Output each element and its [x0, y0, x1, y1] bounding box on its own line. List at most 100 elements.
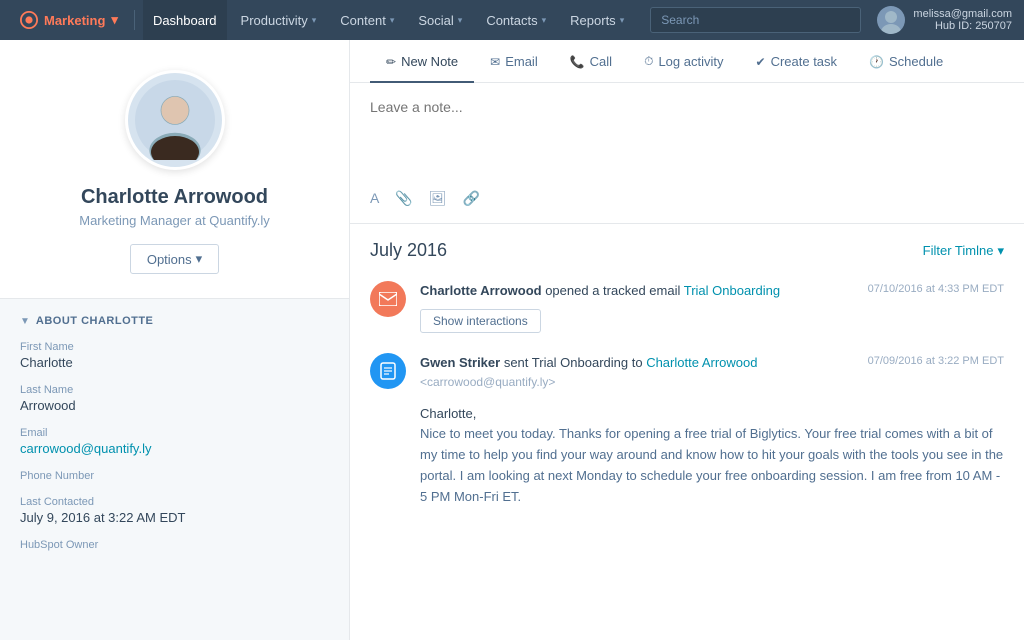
last-name-value: Arrowood: [20, 398, 329, 413]
avatar: [877, 6, 905, 34]
marketing-label: Marketing: [44, 13, 105, 28]
log-activity-icon: ⏱: [644, 54, 653, 69]
tab-log-activity-label: Log activity: [658, 54, 723, 69]
contacts-label: Contacts: [486, 13, 537, 28]
tab-new-note[interactable]: ✏ New Note: [370, 40, 474, 83]
main-content: Charlotte Arrowood Marketing Manager at …: [0, 40, 1024, 640]
note-area: A 📎 🖼 🔗: [350, 83, 1024, 224]
note-input[interactable]: [370, 99, 1004, 179]
timeline-email-text: Gwen Striker sent Trial Onboarding to Ch…: [420, 353, 757, 392]
productivity-link[interactable]: Productivity ▾: [231, 0, 327, 40]
user-info: melissa@gmail.com Hub ID: 250707: [877, 6, 1012, 34]
contacts-link[interactable]: Contacts ▾: [476, 0, 556, 40]
activity-tabs: ✏ New Note ✉ Email 📞 Call ⏱ Log activity…: [350, 40, 1024, 83]
tab-email-label: Email: [505, 54, 538, 69]
timeline-event-main: Charlotte Arrowood opened a tracked emai…: [420, 281, 1004, 301]
contact-header: Charlotte Arrowood Marketing Manager at …: [0, 40, 349, 299]
user-details: melissa@gmail.com Hub ID: 250707: [913, 8, 1012, 32]
timeline-email-main: Gwen Striker sent Trial Onboarding to Ch…: [420, 353, 1004, 392]
email-body: Nice to meet you today. Thanks for openi…: [420, 424, 1004, 507]
collapse-icon[interactable]: ▼: [20, 316, 30, 327]
show-interactions-button[interactable]: Show interactions: [420, 309, 541, 333]
timeline-items: Charlotte Arrowood opened a tracked emai…: [370, 281, 1004, 507]
content-link[interactable]: Content ▾: [330, 0, 404, 40]
marketing-chevron: ▾: [111, 12, 118, 28]
email-address: <carrowood@quantify.ly>: [420, 375, 555, 389]
user-hub: Hub ID: 250707: [913, 20, 1012, 32]
email-actor: Gwen Striker: [420, 355, 500, 370]
schedule-icon: 🕐: [869, 55, 884, 69]
email-action: sent Trial Onboarding to: [504, 355, 646, 370]
first-name-label: First Name: [20, 341, 329, 353]
new-note-icon: ✏: [386, 55, 396, 69]
link-icon[interactable]: 🔗: [463, 190, 480, 207]
tab-call[interactable]: 📞 Call: [554, 40, 628, 83]
user-email: melissa@gmail.com: [913, 8, 1012, 20]
email-label: Email: [20, 427, 329, 439]
tab-create-task[interactable]: ✔ Create task: [740, 40, 854, 83]
timeline-event-text: Charlotte Arrowood opened a tracked emai…: [420, 281, 780, 301]
contacts-chevron: ▾: [542, 15, 547, 26]
tab-create-task-label: Create task: [771, 54, 837, 69]
attach-icon[interactable]: 📎: [395, 190, 412, 207]
email-recipient-link[interactable]: Charlotte Arrowood: [646, 355, 757, 370]
last-contacted-label: Last Contacted: [20, 496, 329, 508]
filter-chevron: ▾: [997, 243, 1004, 259]
marketing-logo[interactable]: Marketing ▾: [12, 11, 126, 29]
contact-title: Marketing Manager at Quantify.ly: [20, 213, 329, 228]
tab-email[interactable]: ✉ Email: [474, 40, 554, 83]
doc-event-icon: [370, 353, 406, 389]
timeline-item: Charlotte Arrowood opened a tracked emai…: [370, 281, 1004, 333]
email-event-icon: [370, 281, 406, 317]
social-label: Social: [418, 13, 453, 28]
reports-label: Reports: [570, 13, 616, 28]
content-chevron: ▾: [390, 15, 395, 26]
last-name-field: Last Name Arrowood: [20, 384, 329, 413]
tab-log-activity[interactable]: ⏱ Log activity: [628, 40, 739, 83]
last-contacted-field: Last Contacted July 9, 2016 at 3:22 AM E…: [20, 496, 329, 525]
phone-label: Phone Number: [20, 470, 329, 482]
timeline: July 2016 Filter Timlne ▾: [350, 224, 1024, 543]
format-text-icon[interactable]: A: [370, 190, 379, 207]
dashboard-label: Dashboard: [153, 13, 217, 28]
reports-link[interactable]: Reports ▾: [560, 0, 634, 40]
search-container: [650, 7, 861, 33]
email-preview: Charlotte, Nice to meet you today. Thank…: [420, 392, 1004, 508]
dashboard-link[interactable]: Dashboard: [143, 0, 227, 40]
top-navigation: Marketing ▾ Dashboard Productivity ▾ Con…: [0, 0, 1024, 40]
productivity-label: Productivity: [241, 13, 308, 28]
contact-sidebar: Charlotte Arrowood Marketing Manager at …: [0, 40, 350, 640]
about-title: ABOUT CHARLOTTE: [36, 315, 154, 327]
social-link[interactable]: Social ▾: [408, 0, 472, 40]
email-field: Email carrowood@quantify.ly: [20, 427, 329, 456]
call-icon: 📞: [570, 55, 585, 69]
event-link[interactable]: Trial Onboarding: [684, 283, 780, 298]
about-section: ▼ ABOUT CHARLOTTE First Name Charlotte L…: [0, 299, 349, 581]
tab-schedule[interactable]: 🕐 Schedule: [853, 40, 959, 83]
avatar-image: [877, 6, 905, 34]
content-label: Content: [340, 13, 386, 28]
last-contacted-value: July 9, 2016 at 3:22 AM EDT: [20, 510, 329, 525]
envelope-icon: [379, 292, 397, 306]
tab-call-label: Call: [590, 54, 612, 69]
filter-timeline-link[interactable]: Filter Timlne ▾: [923, 243, 1004, 259]
note-toolbar: A 📎 🖼 🔗: [370, 182, 1004, 207]
event-action: opened a tracked email: [545, 283, 684, 298]
contact-avatar: [125, 70, 225, 170]
about-header: ▼ ABOUT CHARLOTTE: [20, 315, 329, 327]
email-value[interactable]: carrowood@quantify.ly: [20, 441, 151, 456]
productivity-chevron: ▾: [312, 15, 317, 26]
options-label: Options: [147, 252, 192, 267]
first-name-value: Charlotte: [20, 355, 329, 370]
image-icon[interactable]: 🖼: [429, 190, 447, 207]
hubspot-owner-field: HubSpot Owner: [20, 539, 329, 551]
search-input[interactable]: [650, 7, 861, 33]
options-chevron: ▾: [196, 251, 203, 267]
hubspot-icon: [20, 11, 38, 29]
contact-avatar-image: [135, 80, 215, 160]
timeline-event-content: Charlotte Arrowood opened a tracked emai…: [420, 281, 1004, 333]
first-name-field: First Name Charlotte: [20, 341, 329, 370]
tab-new-note-label: New Note: [401, 54, 458, 69]
options-button[interactable]: Options ▾: [130, 244, 219, 274]
document-icon: [380, 362, 396, 380]
